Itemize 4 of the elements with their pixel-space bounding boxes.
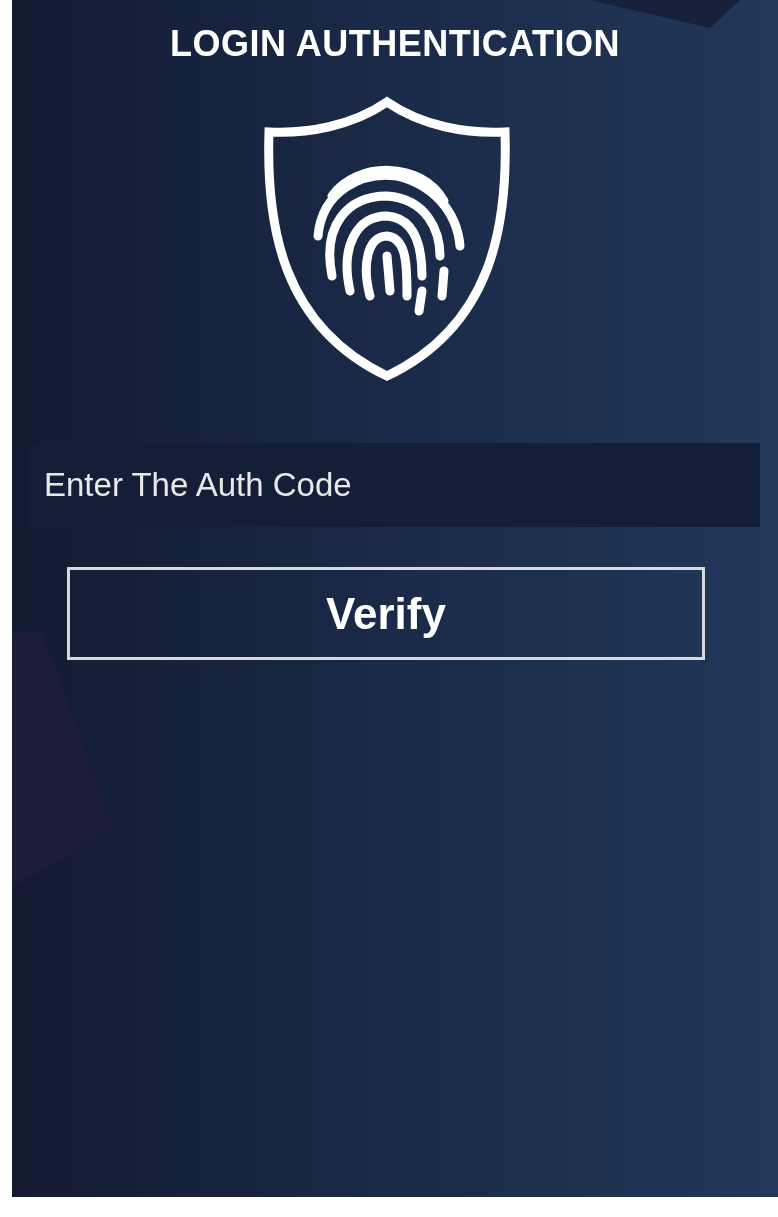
page-title: LOGIN AUTHENTICATION: [170, 22, 620, 66]
auth-code-field[interactable]: Enter The Auth Code: [30, 443, 760, 527]
verify-button[interactable]: Verify: [67, 567, 705, 660]
shield-fingerprint-icon: [262, 96, 512, 381]
